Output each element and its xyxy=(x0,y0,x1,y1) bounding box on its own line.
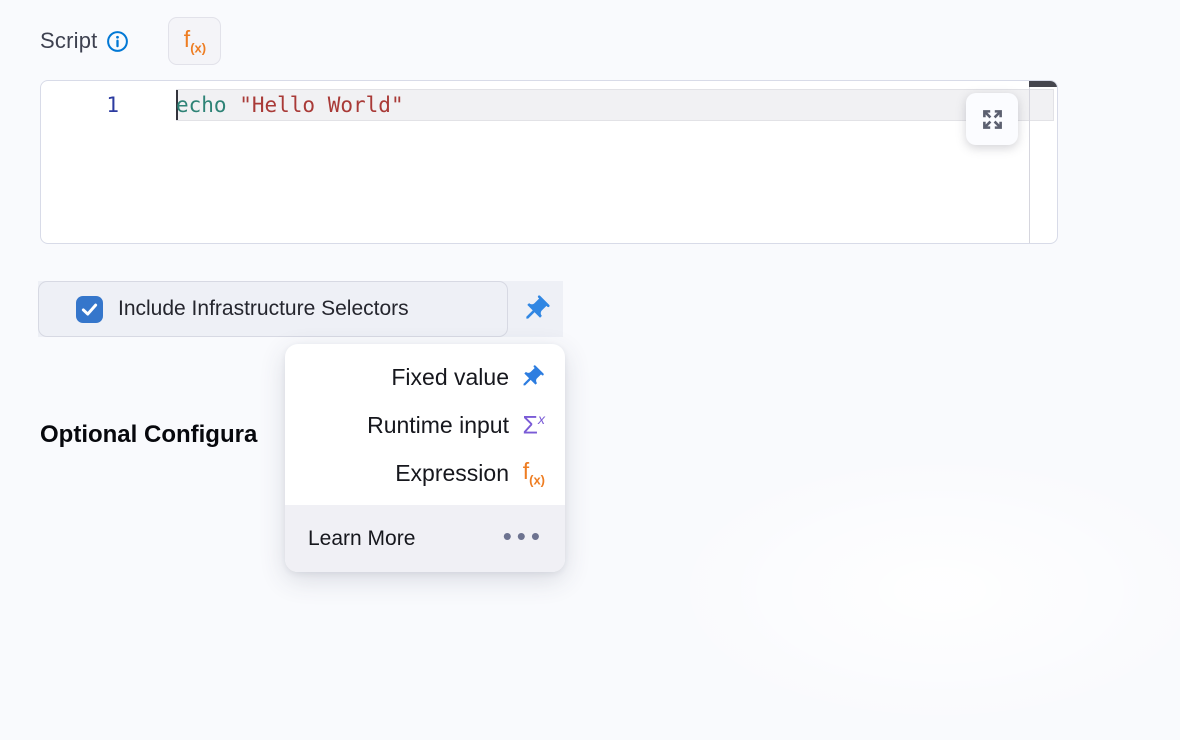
editor-scrollbar-divider xyxy=(1029,81,1030,243)
script-header: Script f(x) xyxy=(40,17,221,65)
pin-icon xyxy=(520,294,551,325)
checkbox-panel: Include Infrastructure Selectors xyxy=(38,281,508,337)
code-token-command: echo xyxy=(176,93,227,117)
checkbox-label: Include Infrastructure Selectors xyxy=(118,297,409,321)
optional-configuration-title: Optional Configura xyxy=(40,421,257,449)
fx-icon: f(x) xyxy=(184,28,206,55)
code-token-string: "Hello World" xyxy=(227,93,404,117)
menu-item-label: Runtime input xyxy=(367,412,509,439)
script-label: Script xyxy=(40,28,97,54)
menu-item-fixed-value[interactable]: Fixed value xyxy=(285,353,565,401)
scrollbar-thumb[interactable] xyxy=(1029,81,1057,87)
checkmark-icon xyxy=(79,299,100,320)
sigma-x-icon: Σx xyxy=(511,412,545,438)
expand-icon xyxy=(980,107,1005,132)
menu-item-label: Expression xyxy=(395,460,509,487)
code-editor[interactable]: 1 echo "Hello World" xyxy=(40,80,1058,244)
menu-item-runtime-input[interactable]: Runtime input Σx xyxy=(285,401,565,449)
menu-item-expression[interactable]: Expression f(x) xyxy=(285,449,565,497)
value-type-menu: Fixed value Runtime input Σx Expression … xyxy=(285,344,565,572)
value-type-menu-items: Fixed value Runtime input Σx Expression … xyxy=(285,344,565,505)
line-number: 1 xyxy=(41,93,176,117)
learn-more-link[interactable]: Learn More xyxy=(308,527,415,551)
info-icon[interactable] xyxy=(106,30,129,53)
value-type-pin-button[interactable] xyxy=(508,281,563,337)
more-options-icon[interactable]: ••• xyxy=(503,523,545,555)
menu-footer: Learn More ••• xyxy=(285,505,565,572)
editor-line-1: 1 echo "Hello World" xyxy=(41,89,1057,121)
expand-editor-button[interactable] xyxy=(966,93,1018,145)
include-infra-selectors-checkbox[interactable] xyxy=(76,296,103,323)
fx-expression-icon: f(x) xyxy=(511,460,545,487)
code-line: echo "Hello World" xyxy=(176,93,404,117)
include-infra-selectors-row: Include Infrastructure Selectors xyxy=(38,281,563,337)
pin-icon xyxy=(511,364,545,391)
menu-item-label: Fixed value xyxy=(391,364,509,391)
expression-toggle-button[interactable]: f(x) xyxy=(168,17,221,65)
